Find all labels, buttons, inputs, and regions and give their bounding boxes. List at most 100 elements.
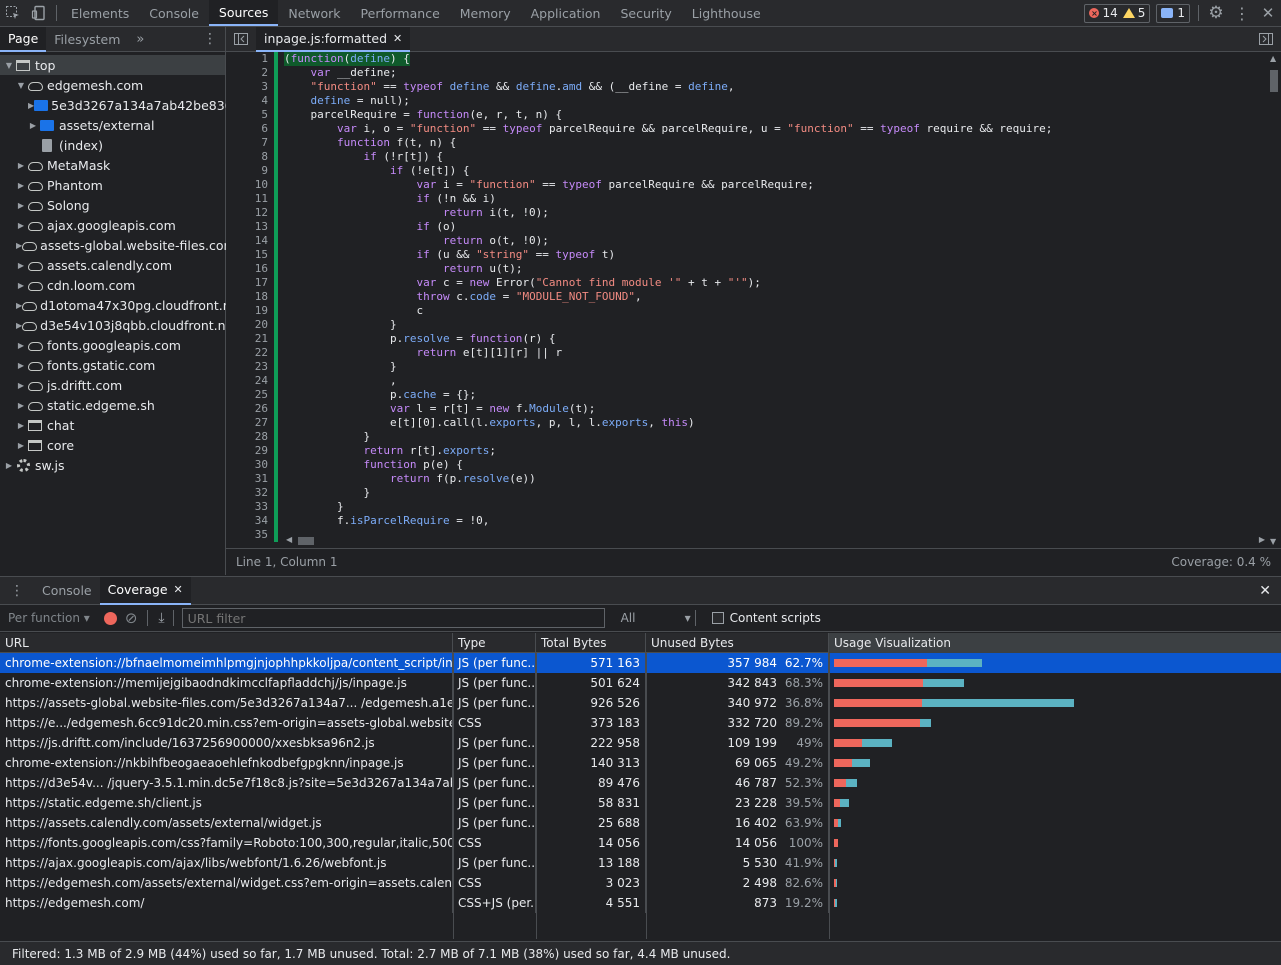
table-row[interactable]: https://d3e54v... /jquery-3.5.1.min.dc5e…: [0, 773, 1281, 793]
tree-item[interactable]: ▼ edgemesh.com: [0, 75, 225, 95]
expand-arrow-icon[interactable]: ▶: [16, 161, 26, 170]
line-number[interactable]: 10: [226, 178, 274, 192]
line-number[interactable]: 30: [226, 458, 274, 472]
tree-item[interactable]: ▶ Solong: [0, 195, 225, 215]
tree-item[interactable]: ▶ js.driftt.com: [0, 375, 225, 395]
close-coverage-tab-icon[interactable]: ✕: [174, 583, 183, 596]
close-devtools-icon[interactable]: ✕: [1255, 0, 1281, 26]
per-function-select[interactable]: Per function ▾: [8, 611, 90, 625]
scrollbar-thumb[interactable]: [1270, 70, 1278, 92]
line-number[interactable]: 23: [226, 360, 274, 374]
vertical-scrollbar[interactable]: ▲ ▼: [1267, 52, 1281, 548]
line-number[interactable]: 26: [226, 402, 274, 416]
expand-arrow-icon[interactable]: ▶: [16, 401, 26, 410]
code-line[interactable]: 7 function f(t, n) {: [226, 136, 1281, 150]
tab-performance[interactable]: Performance: [351, 0, 450, 26]
hscroll-thumb[interactable]: [298, 537, 314, 545]
column-header-total-bytes[interactable]: Total Bytes: [536, 633, 646, 653]
code-line[interactable]: 15 if (u && "string" == typeof t): [226, 248, 1281, 262]
tree-item[interactable]: ▶ core: [0, 435, 225, 455]
code-line[interactable]: 26 var l = r[t] = new f.Module(t);: [226, 402, 1281, 416]
code-line[interactable]: 11 if (!n && i): [226, 192, 1281, 206]
table-row[interactable]: https://ajax.googleapis.com/ajax/libs/we…: [0, 853, 1281, 873]
issues-counter[interactable]: × 14 5: [1084, 3, 1151, 23]
line-number[interactable]: 25: [226, 388, 274, 402]
line-number[interactable]: 20: [226, 318, 274, 332]
line-number[interactable]: 19: [226, 304, 274, 318]
expand-arrow-icon[interactable]: ▶: [16, 441, 26, 450]
code-line[interactable]: 9 if (!e[t]) {: [226, 164, 1281, 178]
code-line[interactable]: 6 var i, o = "function" == typeof parcel…: [226, 122, 1281, 136]
code-line[interactable]: 12 return i(t, !0);: [226, 206, 1281, 220]
line-number[interactable]: 6: [226, 122, 274, 136]
code-line[interactable]: 16 return u(t);: [226, 262, 1281, 276]
code-line[interactable]: 29 return r[t].exports;: [226, 444, 1281, 458]
line-number[interactable]: 1: [226, 52, 274, 66]
expand-arrow-icon[interactable]: ▶: [4, 461, 14, 470]
code-line[interactable]: 18 throw c.code = "MODULE_NOT_FOUND",: [226, 290, 1281, 304]
code-line[interactable]: 8 if (!r[t]) {: [226, 150, 1281, 164]
horizontal-scrollbar[interactable]: ◀ ▶: [284, 534, 1267, 548]
tree-item[interactable]: ▼ top: [0, 55, 225, 75]
code-line[interactable]: 22 return e[t][1][r] || r: [226, 346, 1281, 360]
line-number[interactable]: 32: [226, 486, 274, 500]
table-row[interactable]: https://edgemesh.com/assets/external/wid…: [0, 873, 1281, 893]
tree-item[interactable]: ▶ chat: [0, 415, 225, 435]
code-line[interactable]: 34 f.isParcelRequire = !0,: [226, 514, 1281, 528]
more-tabs-icon[interactable]: »: [128, 27, 152, 52]
column-header-unused-bytes[interactable]: Unused Bytes: [646, 633, 829, 653]
record-button[interactable]: [103, 611, 117, 625]
table-row[interactable]: chrome-extension://bfnaelmomeimhlpmgjnjo…: [0, 653, 1281, 673]
editor-tab-inpage[interactable]: inpage.js:formatted ✕: [256, 26, 411, 52]
line-number[interactable]: 22: [226, 346, 274, 360]
type-filter-select[interactable]: All ▾: [621, 611, 691, 625]
code-line[interactable]: 14 return o(t, !0);: [226, 234, 1281, 248]
code-line[interactable]: 4 define = null);: [226, 94, 1281, 108]
line-number[interactable]: 9: [226, 164, 274, 178]
code-line[interactable]: 33 }: [226, 500, 1281, 514]
code-line[interactable]: 3 "function" == typeof define && define.…: [226, 80, 1281, 94]
messages-counter[interactable]: 1: [1156, 3, 1190, 23]
line-number[interactable]: 18: [226, 290, 274, 304]
tab-filesystem[interactable]: Filesystem: [46, 27, 128, 52]
line-number[interactable]: 2: [226, 66, 274, 80]
code-line[interactable]: 20 }: [226, 318, 1281, 332]
expand-arrow-icon[interactable]: ▶: [16, 181, 26, 190]
table-row[interactable]: https://assets.calendly.com/assets/exter…: [0, 813, 1281, 833]
content-scripts-checkbox[interactable]: [711, 612, 724, 624]
line-number[interactable]: 21: [226, 332, 274, 346]
export-download-icon[interactable]: ⤓: [158, 610, 164, 626]
line-number[interactable]: 24: [226, 374, 274, 388]
code-line[interactable]: 32 }: [226, 486, 1281, 500]
expand-arrow-icon[interactable]: ▶: [16, 201, 26, 210]
drawer-tab-console[interactable]: Console: [34, 577, 100, 605]
line-number[interactable]: 13: [226, 220, 274, 234]
tree-item[interactable]: ▶ assets/external: [0, 115, 225, 135]
line-number[interactable]: 15: [226, 248, 274, 262]
tab-lighthouse[interactable]: Lighthouse: [682, 0, 771, 26]
device-toolbar-icon[interactable]: [26, 0, 52, 26]
url-filter-input[interactable]: [181, 608, 605, 628]
table-row[interactable]: https://static.edgeme.sh/client.js JS (pe…: [0, 793, 1281, 813]
expand-arrow-icon[interactable]: ▼: [16, 81, 26, 90]
toggle-navigator-icon[interactable]: [226, 33, 256, 45]
tree-item[interactable]: ▶ ajax.googleapis.com: [0, 215, 225, 235]
tree-item[interactable]: ▶ MetaMask: [0, 155, 225, 175]
code-line[interactable]: 10 var i = "function" == typeof parcelRe…: [226, 178, 1281, 192]
drawer-menu-icon[interactable]: ⋮: [0, 577, 34, 605]
expand-arrow-icon[interactable]: ▶: [16, 341, 26, 350]
code-line[interactable]: 27 e[t][0].call(l.exports, p, l, l.expor…: [226, 416, 1281, 430]
code-view[interactable]: 1 (function(define) {2 var __define; 3 "fu…: [226, 52, 1281, 548]
tree-item[interactable]: ▶ assets.calendly.com: [0, 255, 225, 275]
line-number[interactable]: 11: [226, 192, 274, 206]
code-line[interactable]: 1 (function(define) {: [226, 52, 1281, 66]
tree-item[interactable]: ▶ static.edgeme.sh: [0, 395, 225, 415]
tree-item[interactable]: ▶ 5e3d3267a134a7ab42be8361: [0, 95, 241, 115]
column-header-url[interactable]: URL: [0, 633, 453, 653]
code-line[interactable]: 30 function p(e) {: [226, 458, 1281, 472]
tree-item[interactable]: ▶ fonts.gstatic.com: [0, 355, 225, 375]
expand-arrow-icon[interactable]: ▶: [28, 121, 38, 130]
expand-arrow-icon[interactable]: ▼: [4, 61, 14, 70]
line-number[interactable]: 16: [226, 262, 274, 276]
line-number[interactable]: 12: [226, 206, 274, 220]
